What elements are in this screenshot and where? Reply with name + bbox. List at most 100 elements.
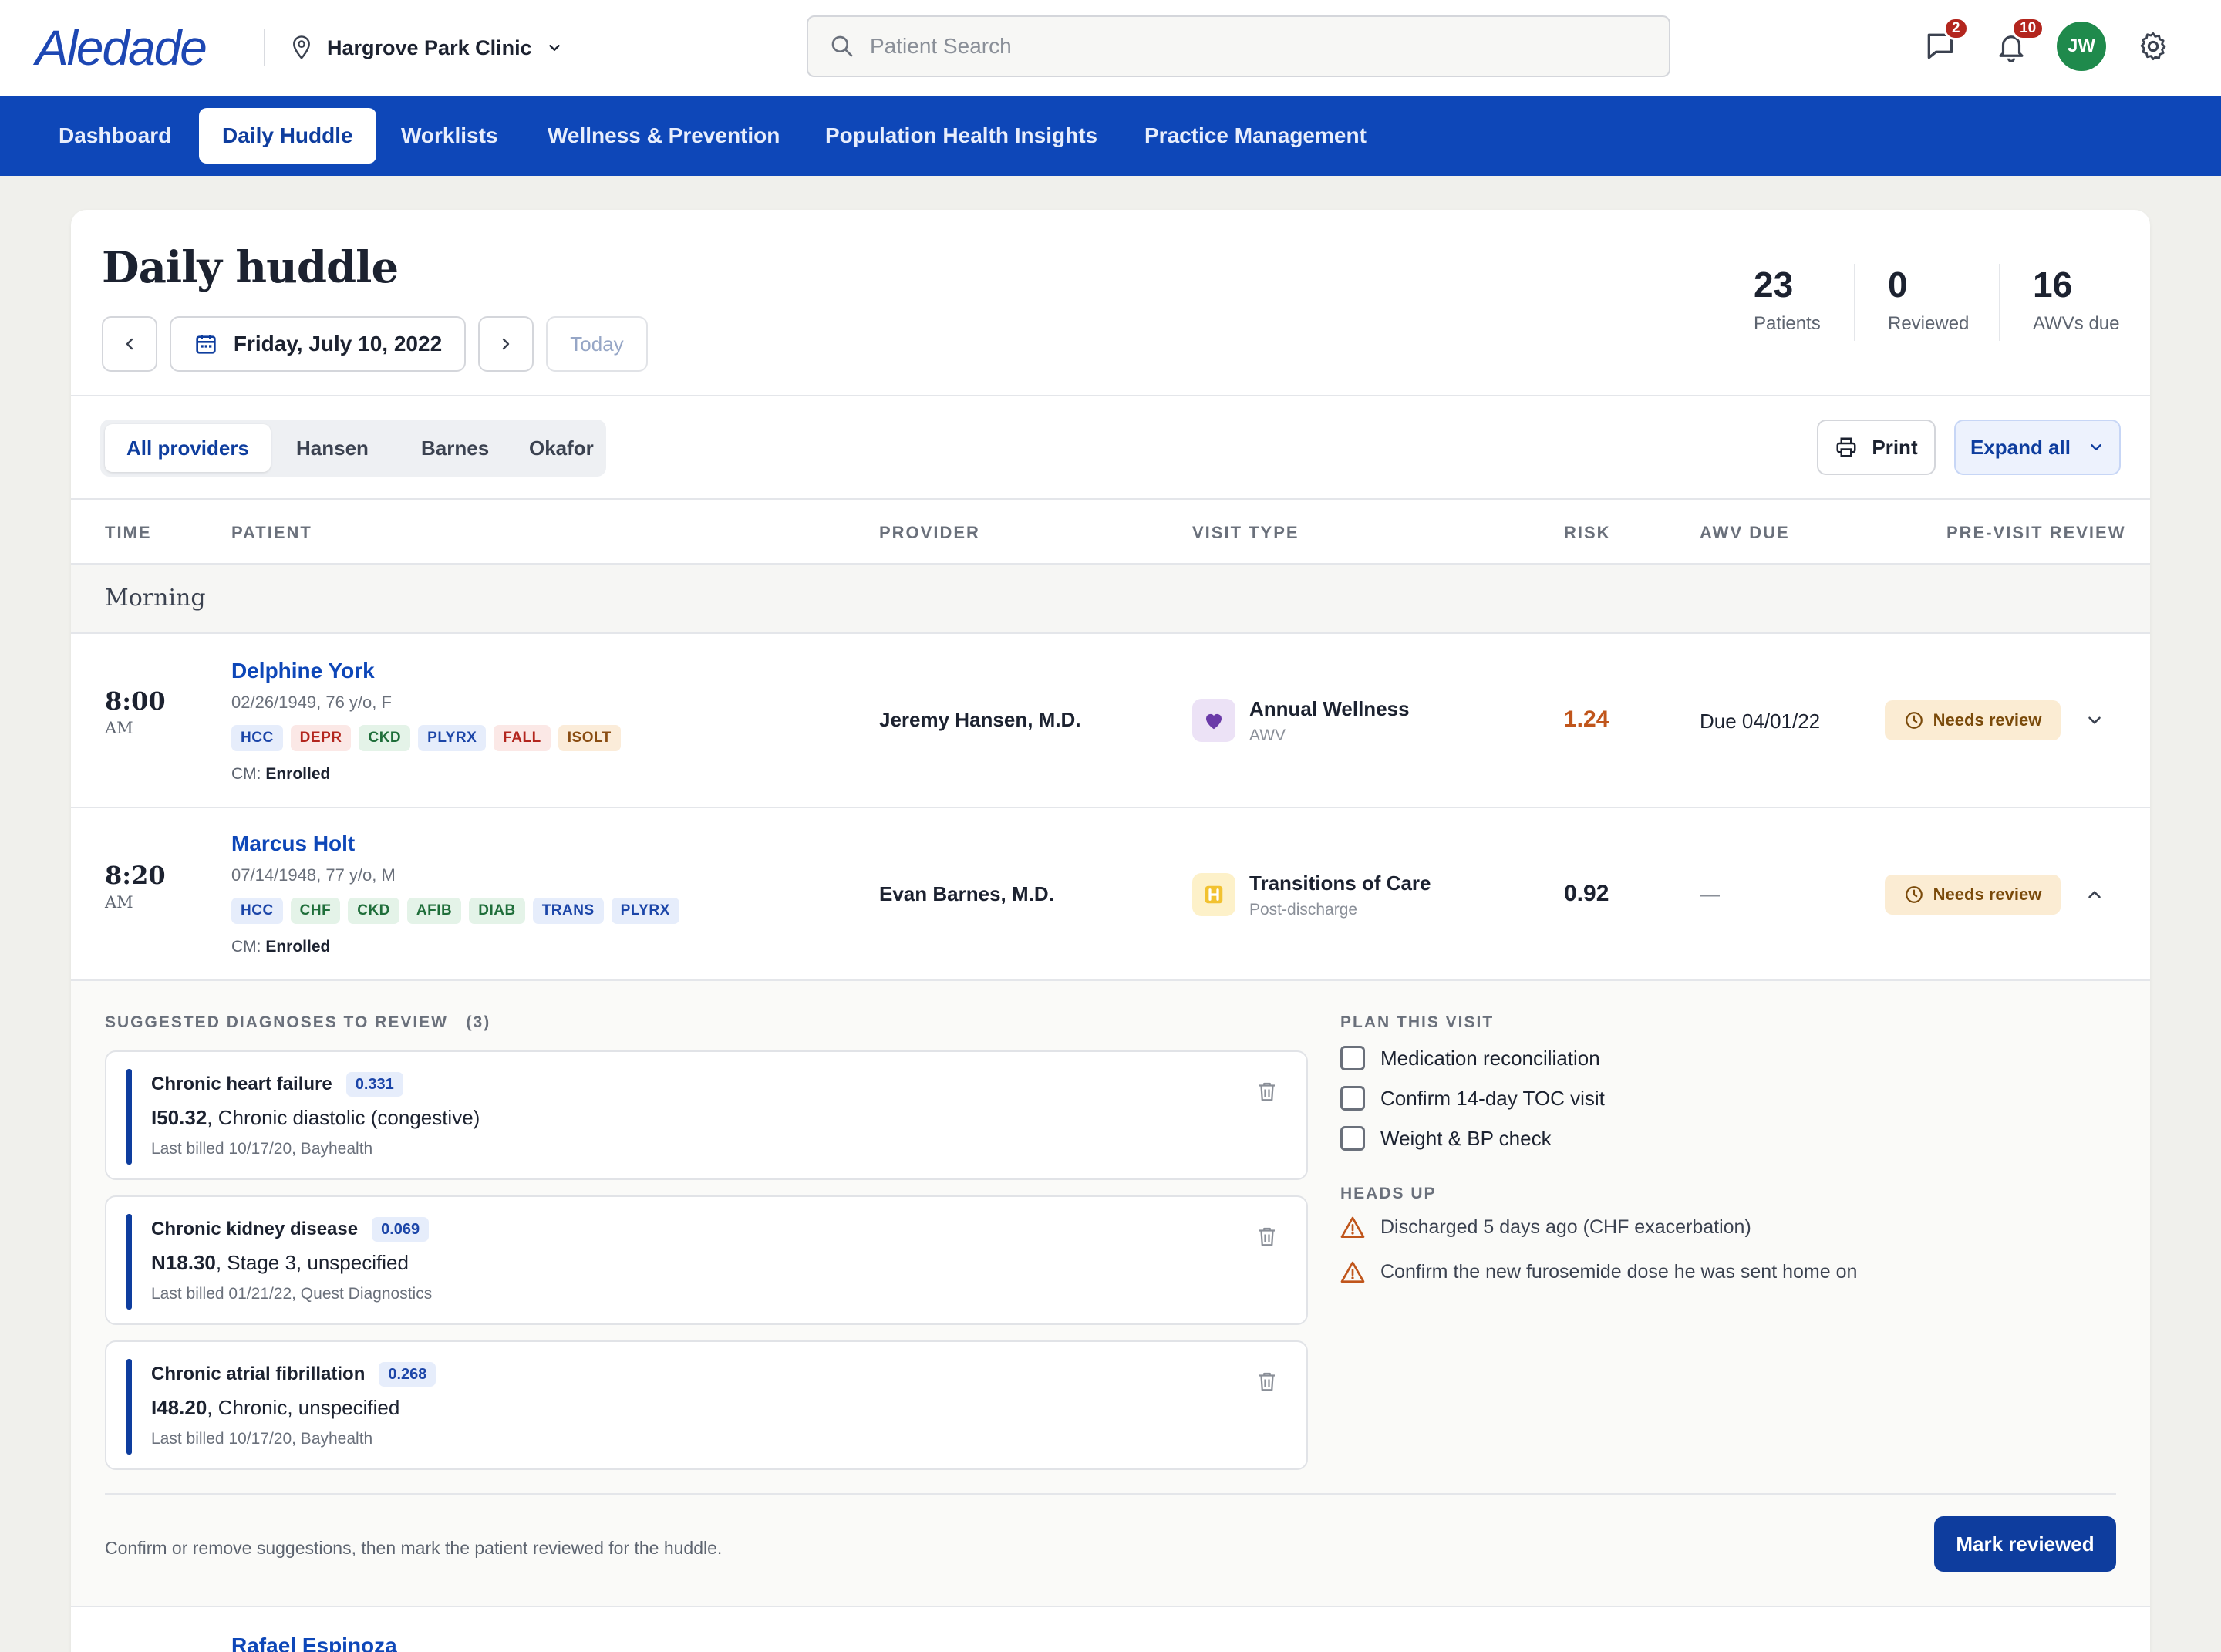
stat-patients-label: Patients (1754, 313, 1821, 334)
checkbox[interactable] (1340, 1126, 1365, 1151)
col-time[interactable]: TIME (105, 523, 152, 543)
checkbox[interactable] (1340, 1086, 1365, 1111)
notifications-button[interactable]: 10 (1987, 17, 2045, 71)
clinic-selector[interactable]: Hargrove Park Clinic (290, 29, 563, 66)
last-billed: Last billed 10/17/20, Bayhealth (151, 1430, 373, 1448)
patient-name-link[interactable]: Delphine York (231, 659, 375, 683)
print-label: Print (1872, 435, 1918, 459)
col-risk[interactable]: RISK (1564, 523, 1611, 543)
diagnosis-card[interactable]: Chronic heart failure 0.331 I50.32, Chro… (105, 1050, 1308, 1180)
prev-day-button[interactable] (102, 316, 157, 372)
patient-name-link[interactable]: Rafael Espinoza (231, 1633, 397, 1652)
expand-row-button[interactable] (2079, 705, 2110, 736)
needs-review-badge[interactable]: Needs review (1885, 700, 2061, 740)
stat-awvs-due-value: 16 (2033, 265, 2073, 305)
nav-daily-huddle[interactable]: Daily Huddle (199, 108, 376, 164)
location-pin-icon (293, 35, 310, 60)
tab-barnes[interactable]: Barnes (399, 424, 511, 472)
warning-icon (1340, 1216, 1365, 1238)
stat-reviewed: 0 Reviewed (1888, 264, 1969, 341)
patient-tags: HCC CHF CKD AFIB DIAB TRANS PLYRX (231, 898, 679, 924)
chevron-right-icon (502, 338, 510, 350)
col-provider[interactable]: PROVIDER (879, 523, 980, 543)
settings-button[interactable] (2128, 22, 2178, 71)
expand-all-label: Expand all (1970, 435, 2071, 459)
col-pre-visit-review[interactable]: PRE-VISIT REVIEW (1946, 523, 2125, 543)
tab-hansen[interactable]: Hansen (275, 424, 390, 472)
remove-diagnosis-button[interactable] (1255, 1080, 1279, 1107)
messages-button[interactable]: 2 (1916, 17, 1969, 71)
diagnosis-title-row: Chronic atrial fibrillation 0.268 (151, 1362, 436, 1387)
suggested-diagnoses-heading: SUGGESTED DIAGNOSES TO REVIEW (3) (105, 1013, 490, 1032)
diagnosis-card[interactable]: Chronic atrial fibrillation 0.268 I48.20… (105, 1340, 1308, 1470)
expand-all-button[interactable]: Expand all (1954, 420, 2121, 475)
table-row[interactable]: 8:20 AM Marcus Holt 07/14/1948, 77 y/o, … (71, 808, 2150, 981)
tab-okafor[interactable]: Okafor (507, 424, 615, 472)
diagnosis-card[interactable]: Chronic kidney disease 0.069 N18.30, Sta… (105, 1195, 1308, 1325)
checkbox[interactable] (1340, 1046, 1365, 1070)
nav-wellness-prevention[interactable]: Wellness & Prevention (524, 108, 803, 164)
col-awv-due[interactable]: AWV DUE (1700, 523, 1790, 543)
remove-diagnosis-button[interactable] (1255, 1370, 1279, 1397)
cm-label: CM: (231, 765, 261, 783)
today-button[interactable]: Today (546, 316, 648, 372)
nav-practice-management[interactable]: Practice Management (1121, 108, 1390, 164)
chevron-down-icon (2091, 444, 2101, 450)
nav-dashboard[interactable]: Dashboard (35, 108, 194, 164)
needs-review-badge[interactable]: Needs review (1885, 875, 2061, 915)
last-billed: Last billed 01/21/22, Quest Diagnostics (151, 1285, 433, 1303)
diagnosis-title: Chronic atrial fibrillation (151, 1364, 366, 1384)
collapse-row-button[interactable] (2079, 879, 2110, 910)
diagnosis-accent-bar (126, 1214, 132, 1310)
plan-item-label: Confirm 14-day TOC visit (1380, 1086, 1605, 1110)
stat-patients: 23 Patients (1754, 264, 1821, 341)
visit-type-name: Annual Wellness (1249, 697, 1410, 720)
nav-population-health-insights[interactable]: Population Health Insights (802, 108, 1121, 164)
nav-worklists[interactable]: Worklists (378, 108, 521, 164)
diagnosis-score: 0.331 (345, 1072, 403, 1097)
patient-name-link[interactable]: Marcus Holt (231, 831, 355, 856)
search-input[interactable] (870, 34, 1564, 59)
plan-item[interactable]: Medication reconciliation (1340, 1046, 1600, 1070)
plan-item-label: Medication reconciliation (1380, 1046, 1600, 1070)
trash-icon (1259, 1082, 1275, 1101)
provider-tabs: All providers Hansen Barnes Okafor (100, 420, 606, 477)
diagnosis-title: Chronic heart failure (151, 1074, 332, 1094)
main-nav: Dashboard Daily Huddle Worklists Wellnes… (0, 96, 2221, 176)
heads-up-item: Confirm the new furosemide dose he was s… (1340, 1260, 1857, 1283)
user-avatar[interactable]: JW (2057, 22, 2106, 71)
calendar-icon (196, 335, 216, 354)
diagnosis-score: 0.069 (372, 1217, 430, 1242)
row-provider: Evan Barnes, M.D. (879, 882, 1054, 905)
time-value: 8:00 (105, 686, 166, 716)
diagnosis-code: I50.32, Chronic diastolic (congestive) (151, 1106, 480, 1130)
plan-item-label: Weight & BP check (1380, 1126, 1552, 1150)
page-title: Daily huddle (102, 242, 399, 293)
huddle-card: Daily huddle Friday, July 10, 2022 Today… (71, 210, 2150, 1652)
remove-diagnosis-button[interactable] (1255, 1225, 1279, 1252)
cm-value: Enrolled (265, 765, 331, 783)
stat-awvs-due-label: AWVs due (2033, 313, 2120, 334)
icd-code: N18.30 (151, 1251, 216, 1274)
next-day-button[interactable] (478, 316, 534, 372)
diagnosis-accent-bar (126, 1359, 132, 1455)
table-row[interactable]: 8:00 AM Delphine York 02/26/1949, 76 y/o… (71, 634, 2150, 808)
clinic-name: Hargrove Park Clinic (327, 35, 532, 59)
header-divider (71, 395, 2150, 396)
plan-item[interactable]: Confirm 14-day TOC visit (1340, 1086, 1605, 1111)
mark-reviewed-button[interactable]: Mark reviewed (1934, 1516, 2116, 1572)
stat-reviewed-value: 0 (1888, 265, 1908, 305)
patient-meta: 02/26/1949, 76 y/o, F (231, 693, 392, 712)
print-button[interactable]: Print (1817, 420, 1936, 475)
tag-badge: DEPR (290, 725, 352, 751)
patient-search[interactable] (807, 15, 1670, 77)
diagnosis-code: I48.20, Chronic, unspecified (151, 1396, 399, 1420)
plan-item[interactable]: Weight & BP check (1340, 1126, 1552, 1151)
aledade-logo[interactable]: Aledade (35, 17, 207, 79)
awv-due: Due 04/01/22 (1700, 710, 1821, 733)
col-patient[interactable]: PATIENT (231, 523, 312, 543)
icd-desc: , Chronic, unspecified (207, 1396, 400, 1419)
col-visit-type[interactable]: VISIT TYPE (1192, 523, 1299, 543)
tab-all-providers[interactable]: All providers (105, 424, 271, 472)
date-picker-button[interactable]: Friday, July 10, 2022 (170, 316, 466, 372)
